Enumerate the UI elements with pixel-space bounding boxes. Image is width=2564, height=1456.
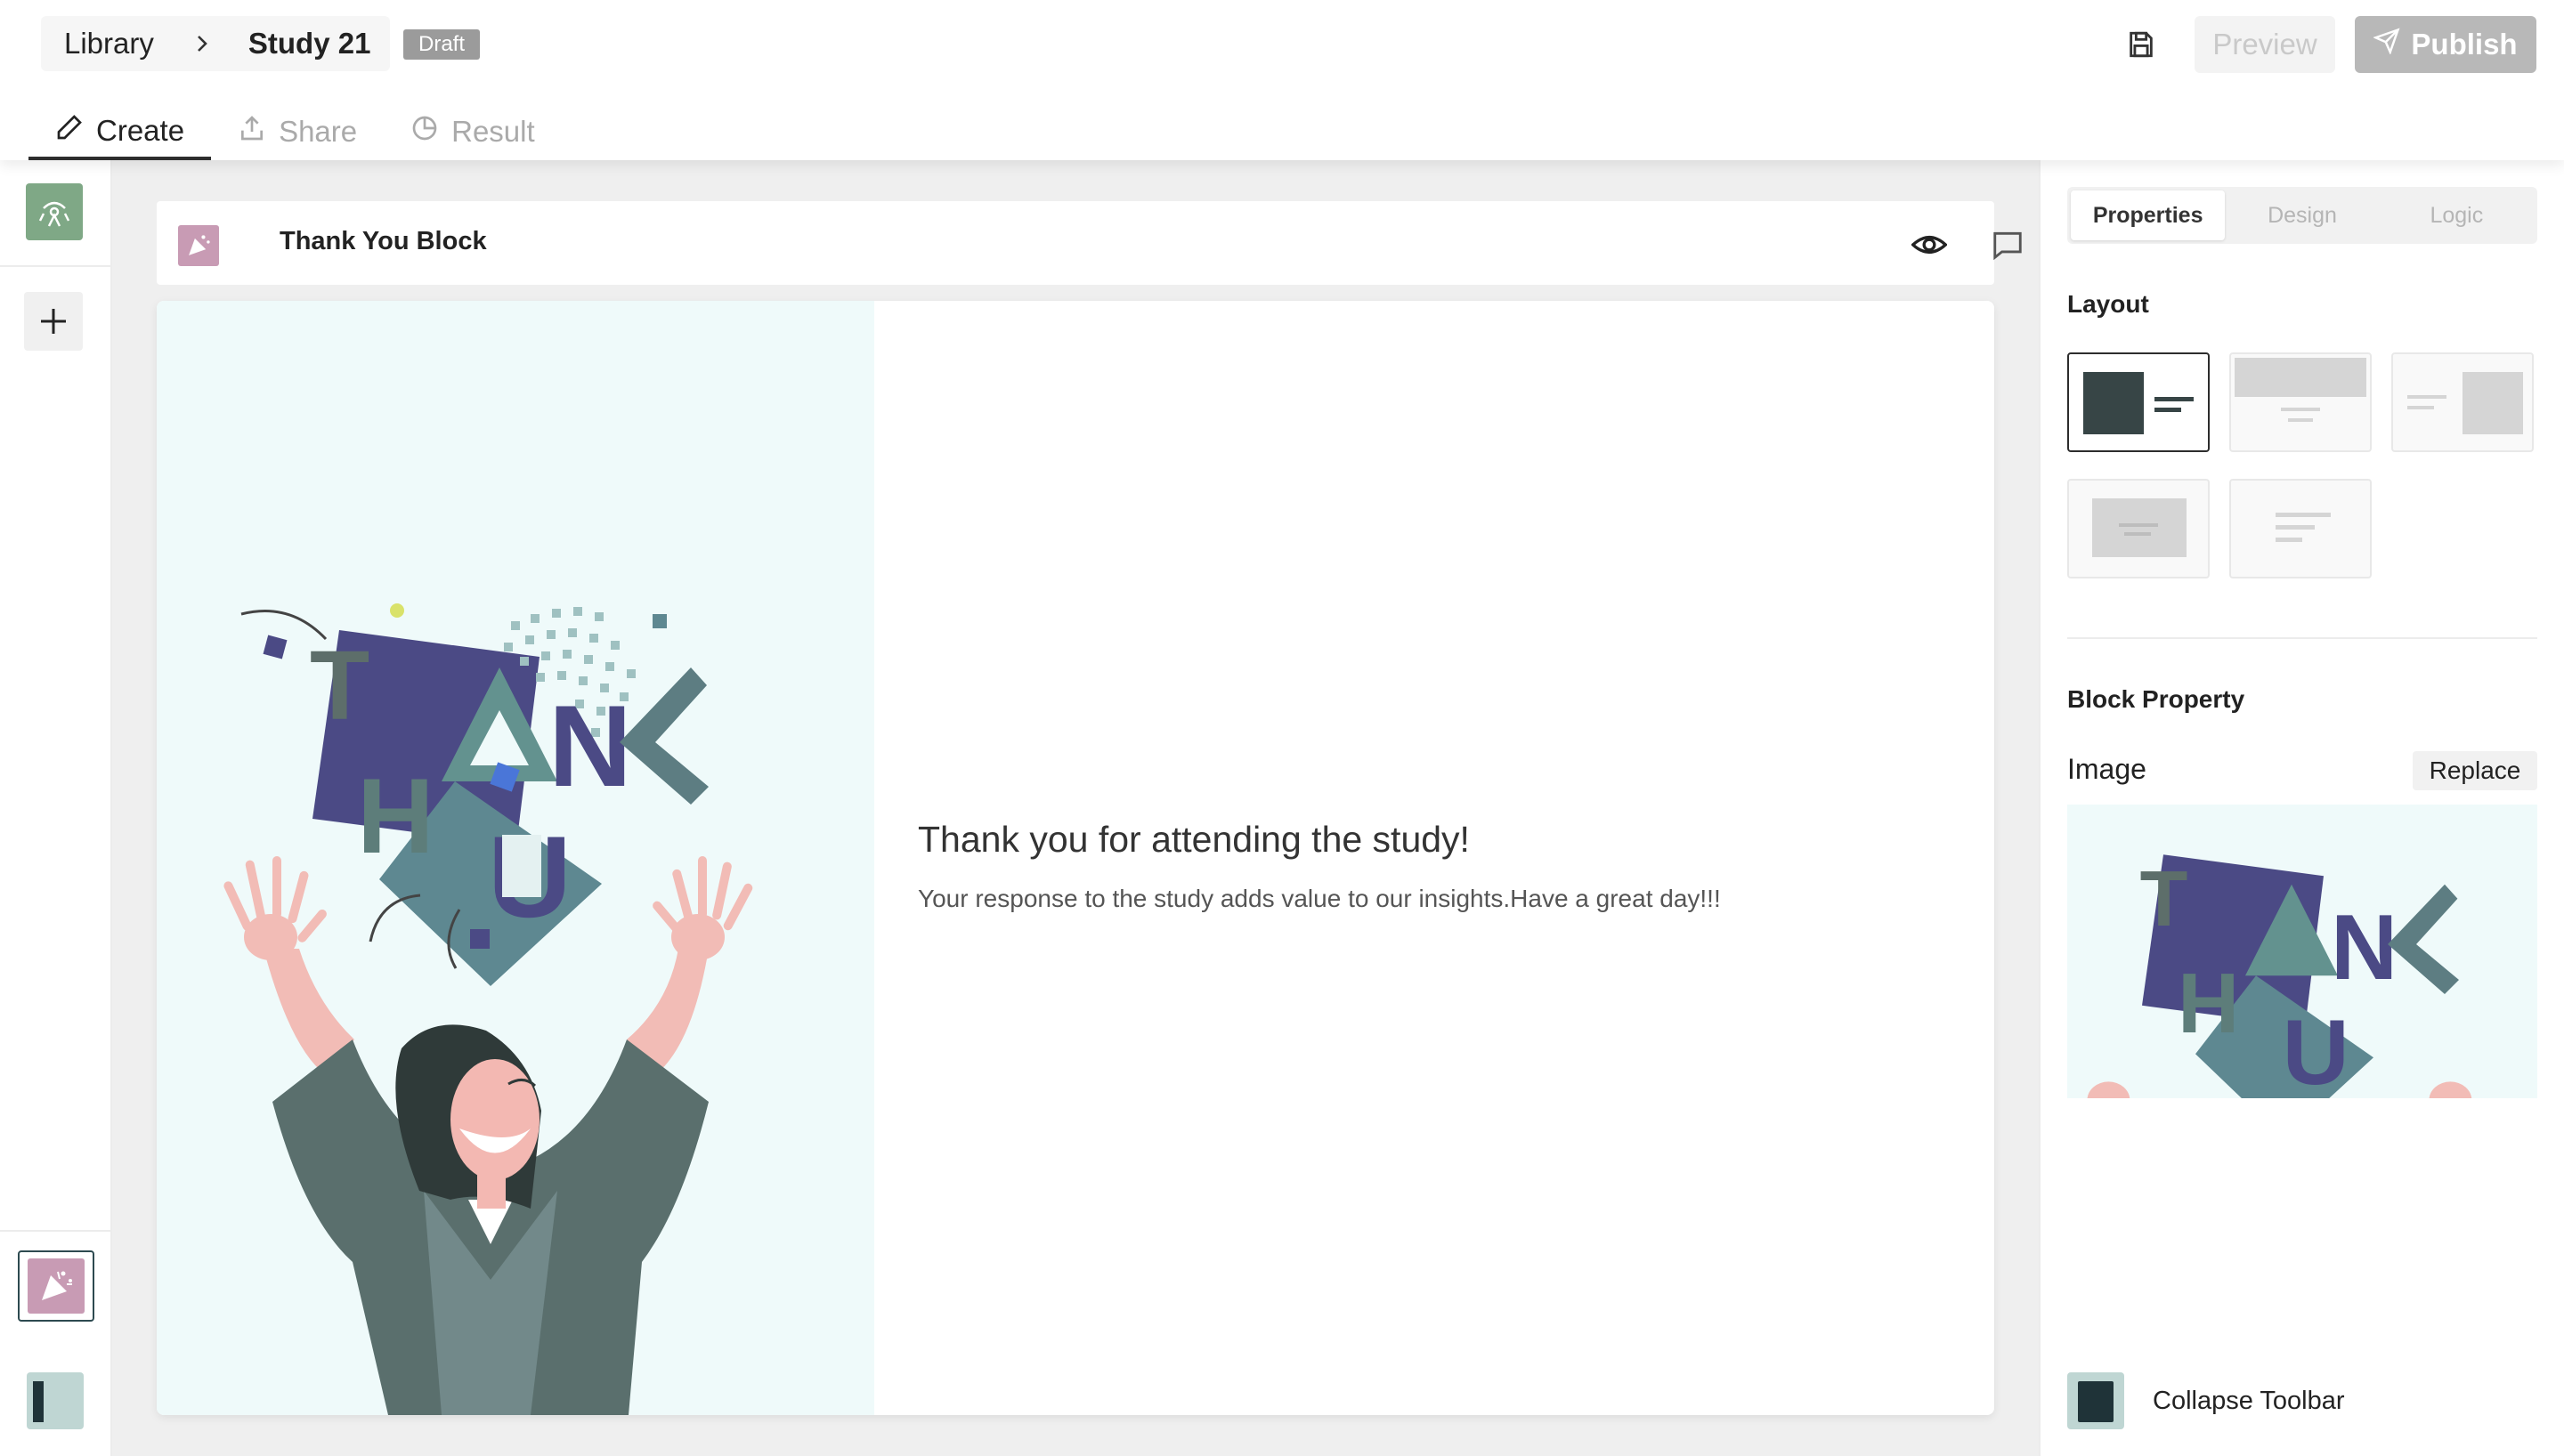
collapse-toolbar-button[interactable]: Collapse Toolbar: [2067, 1372, 2345, 1429]
thank-you-illustration: T H N U: [157, 301, 874, 1415]
chevron-right-icon: [190, 31, 215, 56]
replace-image-button[interactable]: Replace: [2413, 751, 2537, 790]
save-icon[interactable]: [2123, 27, 2159, 62]
svg-text:N: N: [2331, 896, 2398, 999]
layout-image-left[interactable]: [2067, 352, 2210, 452]
svg-text:H: H: [357, 756, 434, 876]
rail-divider: [0, 265, 110, 267]
breadcrumb-study-title[interactable]: Study 21: [248, 27, 371, 61]
collapse-toolbar-icon: [2067, 1372, 2124, 1429]
pie-chart-icon: [410, 114, 439, 150]
image-label: Image: [2067, 753, 2146, 785]
svg-text:H: H: [2178, 956, 2239, 1051]
breadcrumb: Library Study 21: [41, 16, 390, 71]
editor-canvas: Thank You Block T H N Thank you for atte…: [112, 160, 2089, 1456]
upload-icon: [238, 114, 266, 150]
thank-you-block[interactable]: T H N U: [157, 301, 1994, 1415]
comment-icon[interactable]: [1985, 222, 2030, 267]
panel-tabs: Properties Design Logic: [2067, 187, 2537, 244]
send-icon: [2373, 28, 2400, 61]
svg-text:T: T: [2140, 854, 2188, 942]
layout-image-background[interactable]: [2067, 479, 2210, 578]
tab-properties[interactable]: Properties: [2071, 190, 2226, 240]
block-title: Thank You Block: [280, 227, 487, 255]
collapse-toolbar-icon[interactable]: [27, 1372, 84, 1429]
top-bar: Library Study 21 Draft Preview Publish C…: [0, 0, 2564, 160]
panel-divider: [2067, 637, 2537, 639]
pencil-icon: [55, 113, 84, 149]
layout-image-top[interactable]: [2229, 352, 2372, 452]
collapse-toolbar-label: Collapse Toolbar: [2153, 1386, 2345, 1415]
tab-share-label: Share: [279, 115, 358, 148]
tab-design[interactable]: Design: [2225, 190, 2379, 240]
add-block-button[interactable]: [24, 292, 83, 351]
preview-button[interactable]: Preview: [2195, 16, 2335, 73]
tab-create[interactable]: Create: [28, 105, 212, 160]
svg-text:U: U: [2283, 1001, 2349, 1098]
tab-result[interactable]: Result: [384, 105, 562, 158]
layout-image-right[interactable]: [2391, 352, 2534, 452]
tab-share[interactable]: Share: [211, 105, 384, 158]
main-tabs: Create Share Result: [28, 105, 562, 160]
plus-icon: [38, 295, 69, 348]
tab-create-label: Create: [96, 114, 185, 147]
block-property-title: Block Property: [2067, 685, 2245, 713]
tab-logic[interactable]: Logic: [2380, 190, 2534, 240]
layout-section-title: Layout: [2067, 290, 2149, 318]
layout-text-only[interactable]: [2229, 479, 2372, 578]
block-header: Thank You Block: [157, 201, 2089, 285]
publish-label: Publish: [2411, 28, 2518, 61]
breadcrumb-library-link[interactable]: Library: [64, 27, 154, 61]
image-preview[interactable]: T H N U: [2067, 805, 2537, 1098]
svg-text:T: T: [310, 631, 369, 740]
rail-divider: [0, 1230, 110, 1232]
status-badge: Draft: [403, 29, 481, 60]
study-logo-icon[interactable]: [26, 183, 83, 240]
tab-result-label: Result: [451, 115, 535, 148]
left-rail: [0, 160, 112, 1456]
properties-panel: Properties Design Logic Layout Block Pro…: [2039, 160, 2564, 1456]
eye-icon[interactable]: [1907, 222, 1951, 267]
svg-text:N: N: [548, 681, 632, 811]
party-popper-icon: [178, 225, 219, 266]
thank-you-description[interactable]: Your response to the study adds value to…: [918, 885, 1721, 913]
party-popper-icon: [28, 1258, 85, 1314]
thank-you-heading[interactable]: Thank you for attending the study!: [918, 819, 1470, 861]
thank-you-block-thumbnail[interactable]: [18, 1250, 94, 1322]
publish-button[interactable]: Publish: [2355, 16, 2536, 73]
